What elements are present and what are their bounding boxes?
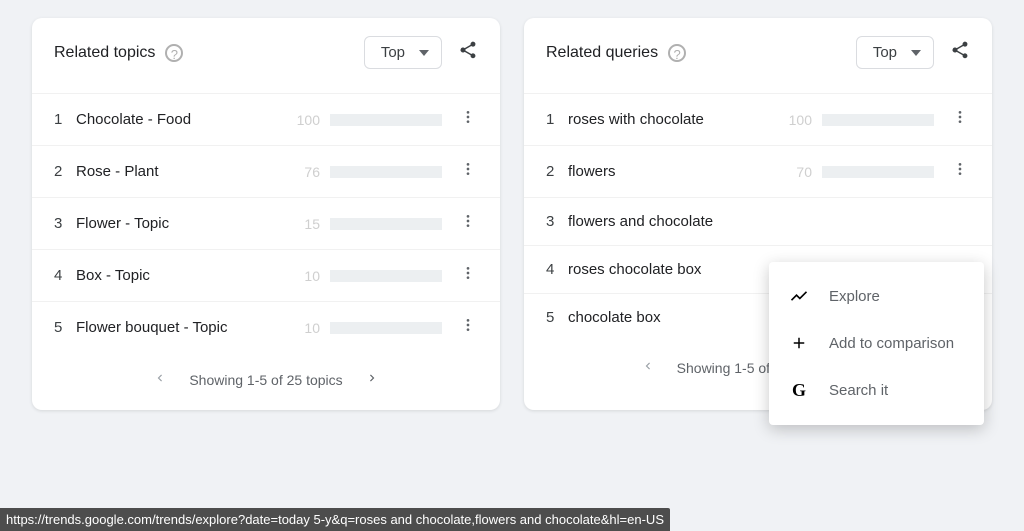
- row-index: 5: [546, 309, 568, 326]
- ctx-add-comparison[interactable]: Add to comparison: [769, 320, 984, 366]
- list-item[interactable]: 4Box - Topic10: [32, 249, 500, 301]
- row-value: 100: [294, 112, 330, 128]
- row-value: 15: [294, 216, 330, 232]
- sort-label: Top: [873, 44, 897, 61]
- list-item[interactable]: 1Chocolate - Food100: [32, 93, 500, 145]
- list-item[interactable]: 2Rose - Plant76: [32, 145, 500, 197]
- row-label: Box - Topic: [76, 267, 294, 284]
- ctx-add-label: Add to comparison: [829, 335, 954, 352]
- related-topics-card: Related topics ? Top 1Chocolate - Food10…: [32, 18, 500, 410]
- browser-status-bar: https://trends.google.com/trends/explore…: [0, 508, 670, 531]
- pager-prev-icon[interactable]: [153, 371, 167, 388]
- topics-rows: 1Chocolate - Food1002Rose - Plant763Flow…: [32, 93, 500, 353]
- related-queries-card: Related queries ? Top 1roses with chocol…: [524, 18, 992, 410]
- more-options-icon[interactable]: [950, 109, 970, 130]
- bar-track: [330, 166, 442, 178]
- list-item[interactable]: 1roses with chocolate100: [524, 93, 992, 145]
- row-value: 70: [786, 164, 822, 180]
- pager-prev-icon[interactable]: [641, 359, 655, 376]
- pager-next-icon[interactable]: [365, 371, 379, 388]
- more-options-icon[interactable]: [458, 161, 478, 182]
- row-index: 2: [546, 163, 568, 180]
- row-index: 3: [54, 215, 76, 232]
- ctx-explore[interactable]: Explore: [769, 272, 984, 320]
- share-icon[interactable]: [458, 40, 478, 65]
- list-item[interactable]: 2flowers70: [524, 145, 992, 197]
- row-label: Chocolate - Food: [76, 111, 294, 128]
- list-item[interactable]: 5Flower bouquet - Topic10: [32, 301, 500, 353]
- more-options-icon[interactable]: [458, 317, 478, 338]
- help-icon[interactable]: ?: [668, 44, 686, 62]
- ctx-explore-label: Explore: [829, 288, 880, 305]
- row-index: 1: [546, 111, 568, 128]
- row-index: 2: [54, 163, 76, 180]
- sort-selector[interactable]: Top: [856, 36, 934, 69]
- context-menu: Explore Add to comparison G Search it: [769, 262, 984, 425]
- bar-track: [330, 270, 442, 282]
- more-options-icon[interactable]: [458, 265, 478, 286]
- row-label: Flower bouquet - Topic: [76, 319, 294, 336]
- row-index: 4: [546, 261, 568, 278]
- row-index: 5: [54, 319, 76, 336]
- google-g-icon: G: [789, 380, 809, 401]
- ctx-search-it[interactable]: G Search it: [769, 366, 984, 415]
- list-item[interactable]: 3flowers and chocolate: [524, 197, 992, 245]
- row-value: 76: [294, 164, 330, 180]
- card-title: Related topics: [54, 44, 155, 62]
- row-value: 100: [786, 112, 822, 128]
- plus-icon: [789, 334, 809, 352]
- trend-line-icon: [789, 286, 809, 306]
- bar-track: [330, 322, 442, 334]
- caret-down-icon: [419, 50, 429, 56]
- sort-selector[interactable]: Top: [364, 36, 442, 69]
- row-label: flowers: [568, 163, 786, 180]
- bar-track: [330, 218, 442, 230]
- card-header: Related queries ? Top: [524, 18, 992, 93]
- pager-text: Showing 1-5 of 25 topics: [189, 372, 342, 388]
- row-value: 10: [294, 320, 330, 336]
- row-label: roses with chocolate: [568, 111, 786, 128]
- share-icon[interactable]: [950, 40, 970, 65]
- bar-track: [822, 166, 934, 178]
- card-title: Related queries: [546, 44, 658, 62]
- bar-track: [822, 114, 934, 126]
- row-index: 3: [546, 213, 568, 230]
- more-options-icon[interactable]: [950, 161, 970, 182]
- card-header: Related topics ? Top: [32, 18, 500, 93]
- row-label: Rose - Plant: [76, 163, 294, 180]
- row-index: 1: [54, 111, 76, 128]
- row-label: Flower - Topic: [76, 215, 294, 232]
- more-options-icon[interactable]: [458, 109, 478, 130]
- help-icon[interactable]: ?: [165, 44, 183, 62]
- list-item[interactable]: 3Flower - Topic15: [32, 197, 500, 249]
- caret-down-icon: [911, 50, 921, 56]
- more-options-icon[interactable]: [458, 213, 478, 234]
- ctx-search-label: Search it: [829, 382, 888, 399]
- bar-track: [330, 114, 442, 126]
- sort-label: Top: [381, 44, 405, 61]
- row-index: 4: [54, 267, 76, 284]
- row-value: 10: [294, 268, 330, 284]
- pager: Showing 1-5 of 25 topics: [32, 353, 500, 410]
- row-label: flowers and chocolate: [568, 213, 970, 230]
